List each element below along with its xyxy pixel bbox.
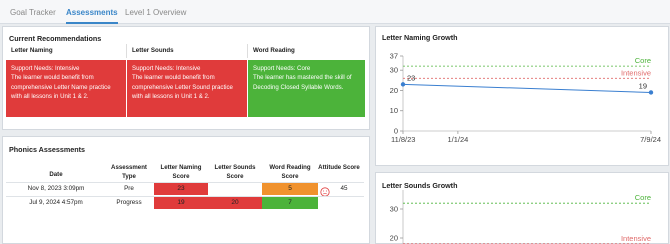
threshold-label-intensive: Intensive: [621, 234, 651, 243]
row1-date: Nov 8, 2023 3:09pm: [27, 185, 85, 192]
row1-attitude-score: 45: [340, 185, 348, 192]
rec-cell-letter-naming: Support Needs: Intensive The learner wou…: [6, 60, 126, 117]
rec-need: Support Needs: Intensive: [11, 65, 80, 72]
y-tick-label: 37: [390, 52, 398, 61]
row2-reading-score: 7: [262, 197, 318, 209]
row1-sounds-score: [208, 183, 262, 195]
rec-header-word-reading: Word Reading: [253, 47, 295, 54]
col-header-attitude: Attitude Score: [318, 164, 360, 171]
row1-naming-score: 23: [154, 183, 208, 195]
col-header-letter-sounds: Letter Sounds Score: [214, 164, 256, 180]
letter-naming-growth-chart: 01020303711/8/23 1/1/24 7/9/24CoreIntensiv…: [390, 52, 661, 145]
x-tick-label: 7/9/24: [640, 135, 661, 144]
phonics-title: Phonics Assessments: [9, 145, 86, 154]
y-tick-label: 30: [390, 205, 398, 214]
rec-cell-letter-sounds: Support Needs: Intensive The learner wou…: [127, 60, 247, 117]
rec-need: Support Needs: Intensive: [132, 65, 201, 72]
letter-sounds-growth-chart: 20 30 Core Intensive: [390, 190, 651, 244]
rec-text: The learner would benefit from comprehen…: [132, 74, 233, 100]
rec-need: Support Needs: Core: [253, 65, 311, 72]
row2-attitude-score: [334, 197, 354, 209]
y-tick-label: 20: [390, 234, 398, 243]
row1-type: Pre: [124, 185, 134, 192]
tab-bar: Goal Tracker Assessments Level 1 Overvie…: [0, 0, 670, 24]
row2-sounds-score: 20: [208, 197, 262, 209]
data-label: 19: [639, 81, 647, 90]
col-header-date: Date: [49, 171, 63, 178]
x-tick-label: 1/1/24: [447, 135, 468, 144]
rec-cell-word-reading: Support Needs: Core The learner has mast…: [248, 60, 365, 117]
data-label: 23: [407, 73, 415, 82]
y-tick-label: 10: [390, 106, 398, 115]
rec-text: The learner would benefit from comprehen…: [11, 74, 111, 100]
x-tick-label: 11/8/23: [391, 135, 415, 144]
tab-assessments[interactable]: Assessments: [66, 0, 118, 24]
tab-goal-tracker[interactable]: Goal Tracker: [10, 0, 56, 24]
col-header-letter-naming: Letter Naming Score: [160, 164, 202, 180]
row1-reading-score: 5: [262, 183, 318, 195]
col-header-word-reading: Word Reading Score: [269, 164, 311, 180]
tab-level-1-overview[interactable]: Level 1 Overview: [125, 0, 186, 24]
rec-header-letter-sounds: Letter Sounds: [127, 44, 248, 58]
row2-date: Jul 9, 2024 4:57pm: [29, 199, 83, 206]
col-header-assessment-type: Assessment Type: [111, 164, 147, 180]
row2-naming-score: 19: [154, 197, 208, 209]
rec-header-letter-naming: Letter Naming: [6, 44, 127, 58]
data-point: [400, 82, 406, 87]
threshold-label-intensive: Intensive: [621, 68, 651, 77]
row2-type: Progress: [116, 199, 142, 206]
threshold-label-core: Core: [635, 56, 651, 65]
series-line: [402, 83, 652, 93]
recommendations-title: Current Recommendations: [9, 34, 102, 43]
y-tick-label: 20: [390, 86, 398, 95]
rec-text: The learner has mastered the skill of De…: [253, 74, 352, 91]
y-tick-label: 30: [390, 66, 398, 75]
threshold-label-core: Core: [635, 193, 651, 202]
data-point: [648, 90, 654, 95]
frown-face-icon: [320, 184, 330, 197]
